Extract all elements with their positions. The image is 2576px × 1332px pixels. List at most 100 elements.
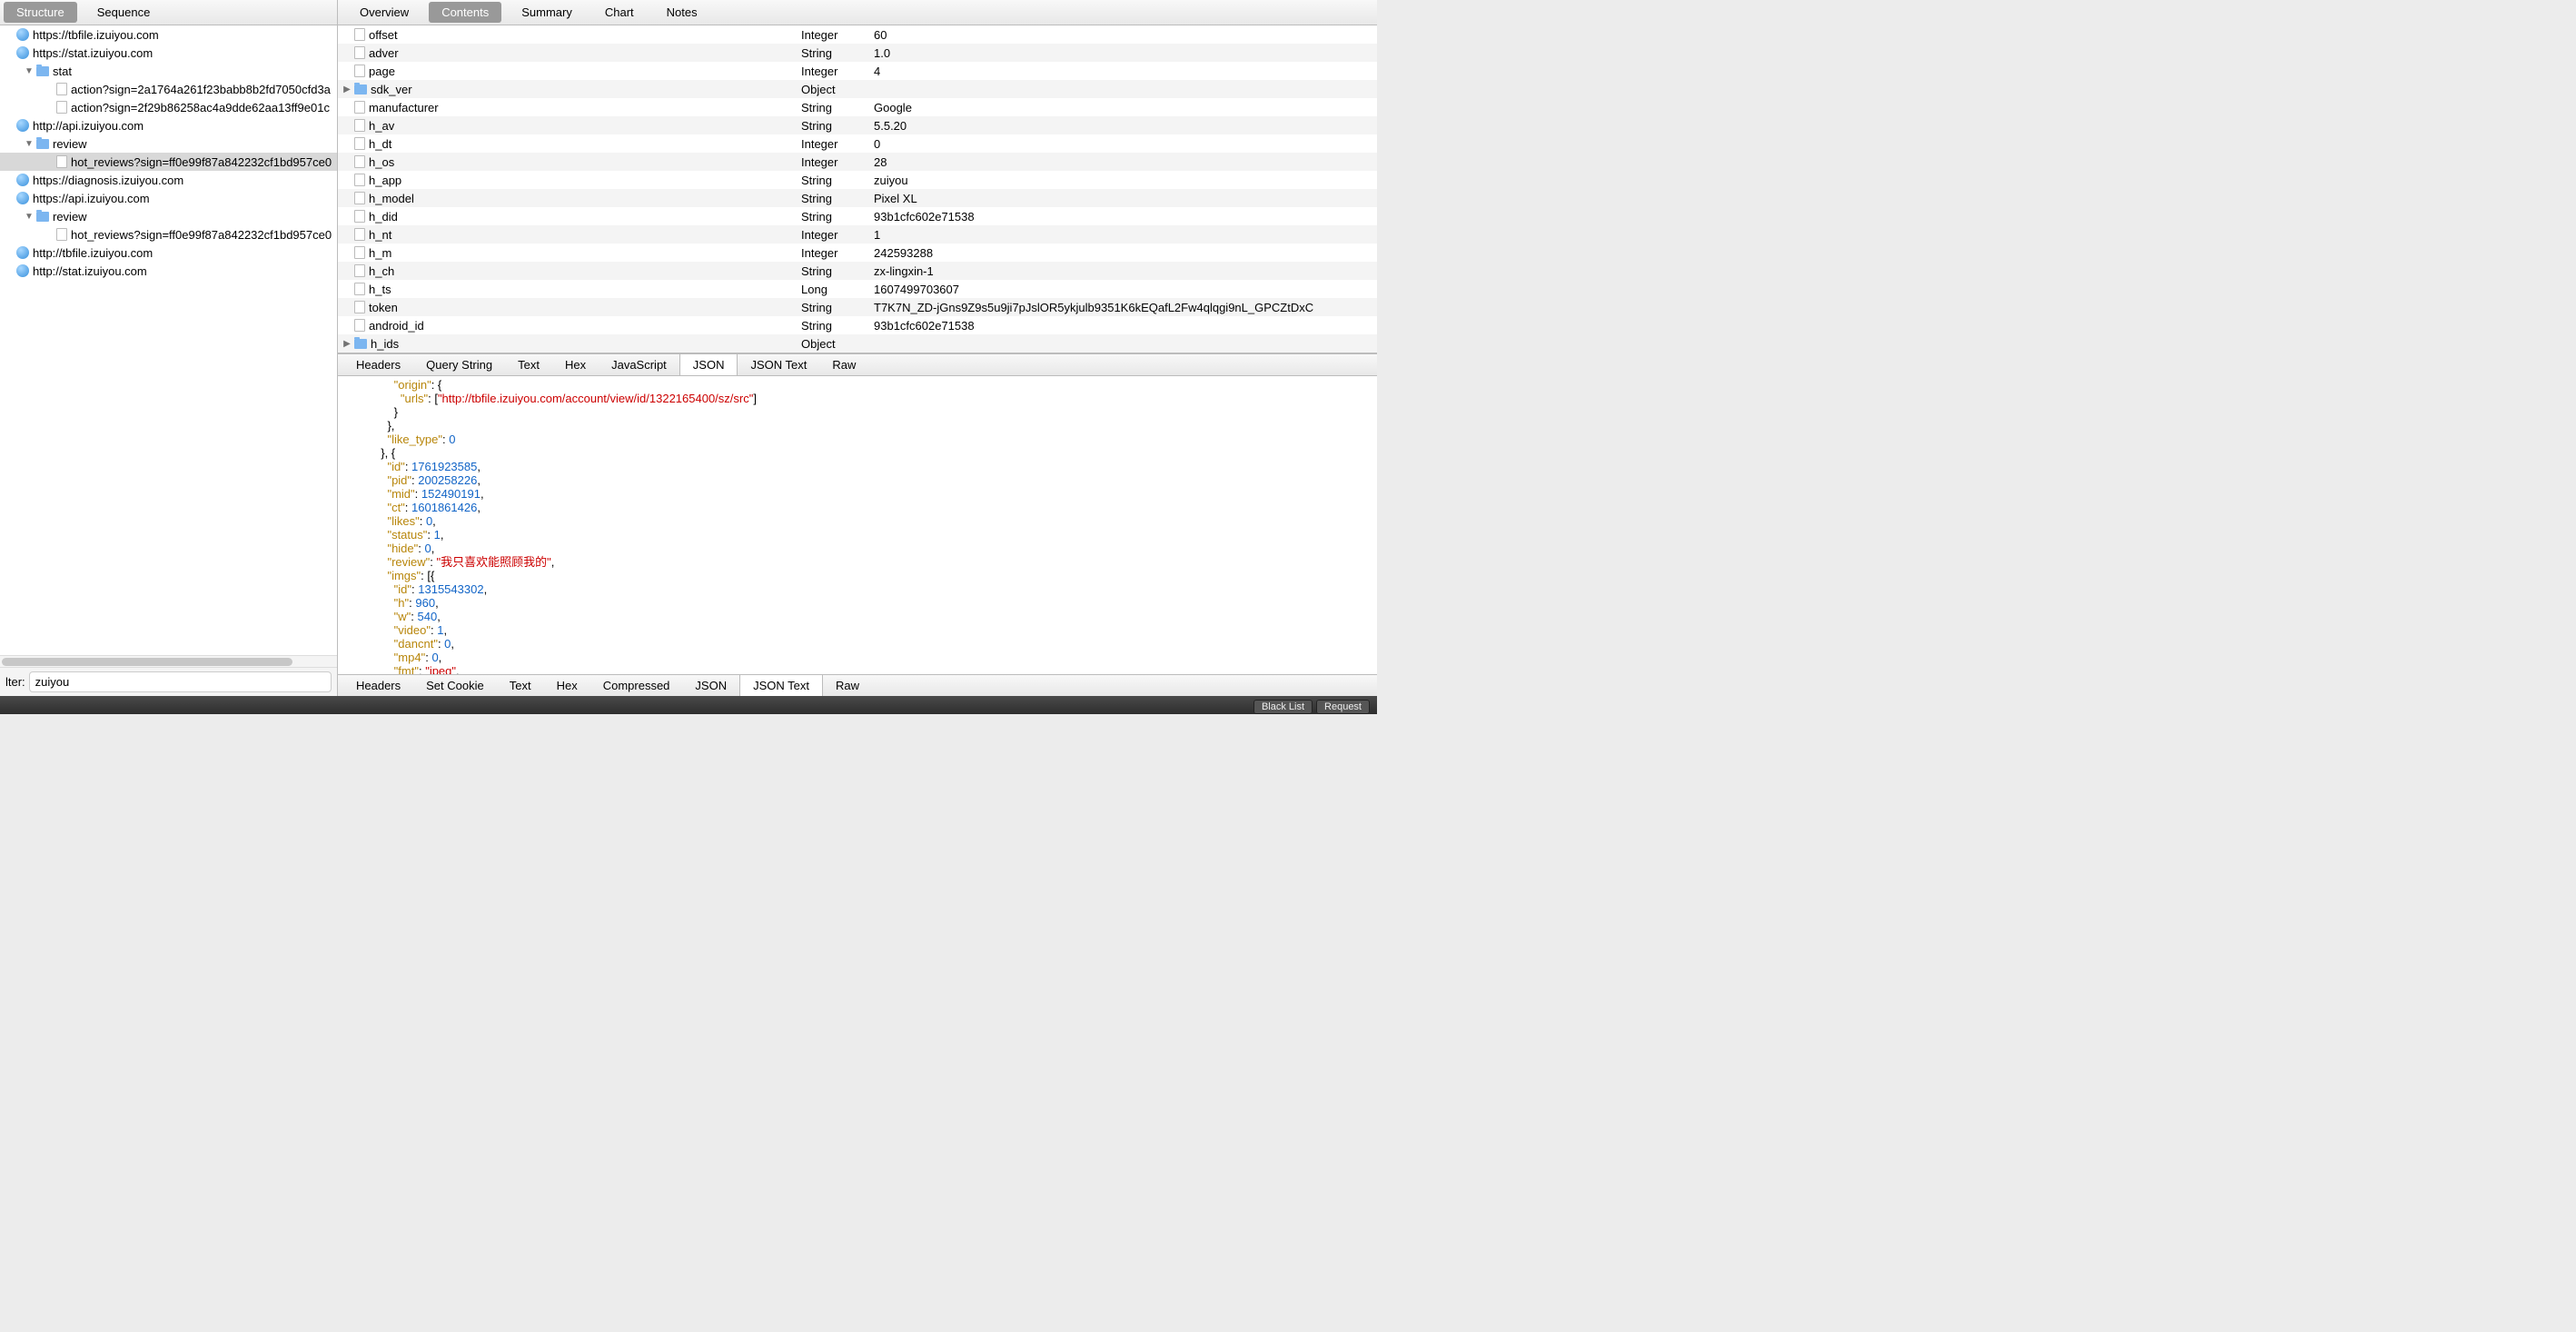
- kv-row[interactable]: h_tsLong1607499703607: [338, 280, 1377, 298]
- bottom-tab-compressed[interactable]: Compressed: [590, 675, 683, 696]
- kv-row[interactable]: pageInteger4: [338, 62, 1377, 80]
- bottom-tab-hex[interactable]: Hex: [544, 675, 590, 696]
- kv-value: T7K7N_ZD-jGns9Z9s5u9ji7pJslOR5ykjulb9351…: [874, 301, 1377, 314]
- tree[interactable]: https://tbfile.izuiyou.com https://stat.i…: [0, 25, 337, 655]
- file-icon: [56, 228, 67, 241]
- kv-row[interactable]: h_dtInteger0: [338, 134, 1377, 153]
- kv-row[interactable]: tokenStringT7K7N_ZD-jGns9Z9s5u9ji7pJslOR…: [338, 298, 1377, 316]
- sub-tab-raw[interactable]: Raw: [819, 354, 868, 375]
- left-tab-structure[interactable]: Structure: [4, 2, 77, 23]
- disclosure-triangle-icon[interactable]: ▼: [24, 212, 35, 222]
- tree-row[interactable]: http://api.izuiyou.com: [0, 116, 337, 134]
- tree-label: hot_reviews?sign=ff0e99f87a842232cf1bd95…: [71, 228, 332, 242]
- folder-icon: [36, 139, 49, 149]
- tree-row[interactable]: action?sign=2f29b86258ac4a9dde62aa13ff9e…: [0, 98, 337, 116]
- right-tab-notes[interactable]: Notes: [654, 2, 710, 23]
- sub-tab-text[interactable]: Text: [505, 354, 552, 375]
- file-icon: [354, 28, 365, 41]
- globe-icon: [16, 119, 29, 132]
- disclosure-triangle-icon[interactable]: ▶: [342, 339, 352, 349]
- kv-row[interactable]: ▶sdk_verObject: [338, 80, 1377, 98]
- tree-row[interactable]: action?sign=2a1764a261f23babb8b2fd7050cf…: [0, 80, 337, 98]
- left-tabs: Structure Sequence: [0, 0, 337, 25]
- kv-value: 28: [874, 155, 1377, 169]
- right-tab-overview[interactable]: Overview: [347, 2, 421, 23]
- kv-table[interactable]: offsetInteger60adverString1.0pageInteger…: [338, 25, 1377, 353]
- tree-label: https://tbfile.izuiyou.com: [33, 28, 159, 42]
- kv-type: Integer: [801, 155, 874, 169]
- bottom-tab-raw[interactable]: Raw: [823, 675, 872, 696]
- tree-row[interactable]: http://tbfile.izuiyou.com: [0, 244, 337, 262]
- kv-row[interactable]: h_appStringzuiyou: [338, 171, 1377, 189]
- tree-row[interactable]: hot_reviews?sign=ff0e99f87a842232cf1bd95…: [0, 225, 337, 244]
- kv-type: String: [801, 174, 874, 187]
- kv-row[interactable]: h_modelStringPixel XL: [338, 189, 1377, 207]
- kv-type: Object: [801, 337, 874, 351]
- right-tab-summary[interactable]: Summary: [509, 2, 585, 23]
- sub-tab-headers[interactable]: Headers: [343, 354, 413, 375]
- kv-row[interactable]: h_mInteger242593288: [338, 244, 1377, 262]
- tree-hscroll[interactable]: [0, 655, 337, 667]
- kv-key: offset: [369, 28, 398, 42]
- bottom-tab-set-cookie[interactable]: Set Cookie: [413, 675, 497, 696]
- kv-row[interactable]: adverString1.0: [338, 44, 1377, 62]
- kv-key: h_m: [369, 246, 391, 260]
- kv-value: 4: [874, 65, 1377, 78]
- tree-row[interactable]: https://tbfile.izuiyou.com: [0, 25, 337, 44]
- status-button-black-list[interactable]: Black List: [1253, 700, 1313, 714]
- filter-bar: lter:: [0, 667, 337, 696]
- kv-row[interactable]: h_ntInteger1: [338, 225, 1377, 244]
- bottom-tab-json-text[interactable]: JSON Text: [739, 675, 823, 696]
- bottom-tabs: HeadersSet CookieTextHexCompressedJSONJS…: [338, 674, 1377, 696]
- kv-row[interactable]: h_chStringzx-lingxin-1: [338, 262, 1377, 280]
- kv-row[interactable]: h_avString5.5.20: [338, 116, 1377, 134]
- sub-tab-json[interactable]: JSON: [679, 354, 738, 375]
- kv-row[interactable]: manufacturerStringGoogle: [338, 98, 1377, 116]
- file-icon: [354, 101, 365, 114]
- file-icon: [354, 119, 365, 132]
- sub-tab-hex[interactable]: Hex: [552, 354, 599, 375]
- left-tab-sequence[interactable]: Sequence: [84, 2, 163, 23]
- kv-type: Integer: [801, 137, 874, 151]
- kv-type: String: [801, 101, 874, 114]
- kv-row[interactable]: ▶h_idsObject: [338, 334, 1377, 353]
- sub-tabs: HeadersQuery StringTextHexJavaScriptJSON…: [338, 353, 1377, 376]
- kv-key: h_ch: [369, 264, 394, 278]
- disclosure-triangle-icon[interactable]: ▶: [342, 84, 352, 94]
- sub-tab-json-text[interactable]: JSON Text: [738, 354, 819, 375]
- tree-row[interactable]: ▼stat: [0, 62, 337, 80]
- filter-input[interactable]: [29, 671, 332, 692]
- kv-type: Object: [801, 83, 874, 96]
- kv-row[interactable]: h_didString93b1cfc602e71538: [338, 207, 1377, 225]
- kv-value: 93b1cfc602e71538: [874, 210, 1377, 224]
- globe-icon: [16, 46, 29, 59]
- sub-tab-query-string[interactable]: Query String: [413, 354, 505, 375]
- right-tab-contents[interactable]: Contents: [429, 2, 501, 23]
- left-panel: Structure Sequence https://tbfile.izuiyou…: [0, 0, 338, 696]
- json-viewer[interactable]: "origin": { "urls": ["http://tbfile.izui…: [338, 376, 1377, 674]
- tree-row[interactable]: https://api.izuiyou.com: [0, 189, 337, 207]
- file-icon: [354, 264, 365, 277]
- globe-icon: [16, 264, 29, 277]
- bottom-tab-json[interactable]: JSON: [682, 675, 739, 696]
- tree-row[interactable]: hot_reviews?sign=ff0e99f87a842232cf1bd95…: [0, 153, 337, 171]
- bottom-tab-headers[interactable]: Headers: [343, 675, 413, 696]
- kv-key: h_model: [369, 192, 414, 205]
- disclosure-triangle-icon[interactable]: ▼: [24, 139, 35, 149]
- tree-row[interactable]: ▼review: [0, 207, 337, 225]
- right-tab-chart[interactable]: Chart: [592, 2, 647, 23]
- tree-row[interactable]: https://stat.izuiyou.com: [0, 44, 337, 62]
- disclosure-triangle-icon[interactable]: ▼: [24, 66, 35, 76]
- tree-label: action?sign=2f29b86258ac4a9dde62aa13ff9e…: [71, 101, 330, 114]
- sub-tab-javascript[interactable]: JavaScript: [599, 354, 679, 375]
- tree-row[interactable]: https://diagnosis.izuiyou.com: [0, 171, 337, 189]
- bottom-tab-text[interactable]: Text: [497, 675, 544, 696]
- kv-row[interactable]: android_idString93b1cfc602e71538: [338, 316, 1377, 334]
- kv-row[interactable]: h_osInteger28: [338, 153, 1377, 171]
- file-icon: [354, 283, 365, 295]
- tree-row[interactable]: http://stat.izuiyou.com: [0, 262, 337, 280]
- status-button-request[interactable]: Request: [1316, 700, 1370, 714]
- kv-key: token: [369, 301, 398, 314]
- kv-row[interactable]: offsetInteger60: [338, 25, 1377, 44]
- tree-row[interactable]: ▼review: [0, 134, 337, 153]
